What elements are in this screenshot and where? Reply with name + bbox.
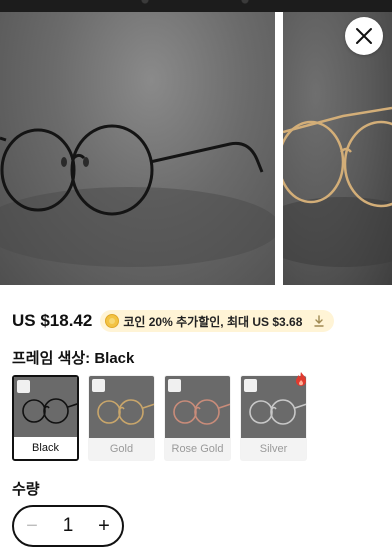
frame-color-selected: Black (94, 350, 135, 367)
coin-discount-text: 코인 20% 추가할인, 최대 US $3.68 (123, 314, 303, 329)
frame-color-title: 프레임 색상: (12, 350, 91, 367)
expand-icon[interactable] (244, 379, 257, 392)
coin-icon (105, 314, 120, 328)
swatch-black[interactable]: Black (12, 375, 79, 461)
quantity-label: 수량 (12, 481, 40, 498)
swatch-label: Silver (241, 438, 306, 460)
product-image-black[interactable] (0, 12, 275, 285)
color-swatches: Black Gold Rose Gold Silver (12, 375, 316, 461)
close-button[interactable] (345, 17, 383, 55)
download-icon (312, 314, 326, 328)
product-image-gold[interactable] (283, 12, 392, 285)
price-row: US $18.42 코인 20% 추가할인, 최대 US $3.68 (12, 310, 335, 332)
swatch-rose-gold[interactable]: Rose Gold (164, 375, 231, 461)
swatch-gold[interactable]: Gold (88, 375, 155, 461)
swatch-silver[interactable]: Silver (240, 375, 307, 461)
expand-icon[interactable] (92, 379, 105, 392)
hot-flame-icon (296, 372, 306, 386)
swatch-label: Black (14, 437, 77, 459)
swatch-label: Rose Gold (165, 438, 230, 460)
increase-button[interactable]: + (96, 515, 112, 538)
decrease-button[interactable]: − (24, 515, 40, 538)
quantity-stepper[interactable]: − 1 + (12, 505, 124, 547)
frame-color-label: 프레임 색상: Black (12, 347, 134, 368)
price: US $18.42 (12, 311, 93, 330)
close-icon (356, 28, 372, 44)
top-blurred-strip (0, 0, 392, 12)
quantity-value[interactable]: 1 (63, 515, 74, 537)
coin-discount-badge[interactable]: 코인 20% 추가할인, 최대 US $3.68 (100, 310, 335, 332)
expand-icon[interactable] (17, 380, 30, 393)
product-image-gallery[interactable] (0, 12, 392, 285)
expand-icon[interactable] (168, 379, 181, 392)
swatch-label: Gold (89, 438, 154, 460)
